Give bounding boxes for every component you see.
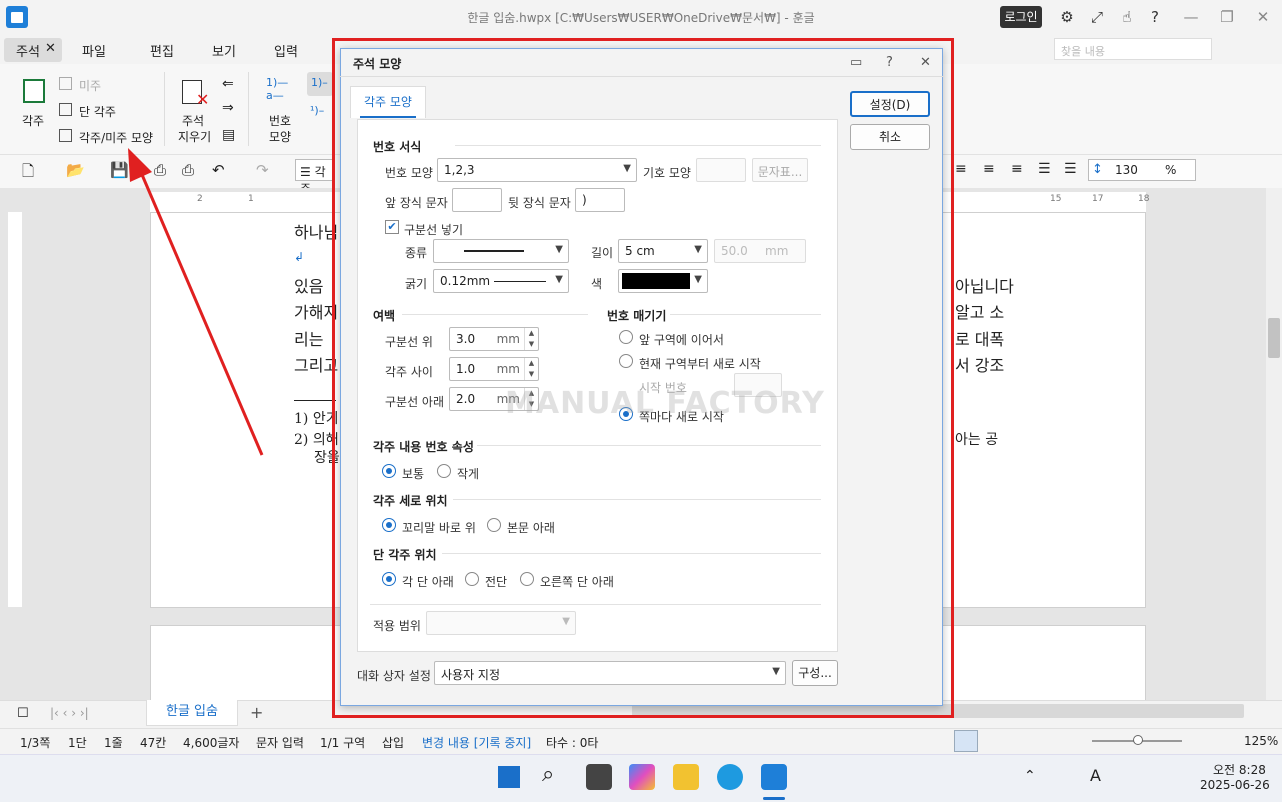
add-tab-icon[interactable]: + <box>250 703 263 722</box>
hangul-app-icon[interactable] <box>761 764 787 790</box>
task-view-icon[interactable] <box>586 764 612 790</box>
status-char: 47칸 <box>140 736 167 750</box>
status-zoom[interactable]: 125% <box>1244 734 1278 748</box>
status-typing: 타수 : 0타 <box>546 736 599 750</box>
status-page[interactable]: 1/3쪽 <box>20 734 50 751</box>
status-section: 1/1 구역 <box>320 736 366 750</box>
windows-start-icon[interactable] <box>498 766 520 788</box>
active-app-indicator <box>763 797 785 800</box>
tab-nav-icons[interactable]: |‹ ‹ › ›| <box>50 706 89 720</box>
status-column: 1단 <box>68 736 87 750</box>
clock-time[interactable]: 오전 8:28 <box>1213 761 1266 778</box>
edge-icon[interactable] <box>717 764 743 790</box>
tray-chevron-icon[interactable]: ⌃ <box>1024 768 1036 784</box>
zoom-slider-thumb[interactable] <box>1133 735 1143 745</box>
status-line: 1줄 <box>104 736 123 750</box>
view-page-icon[interactable] <box>954 730 978 752</box>
status-insert[interactable]: 삽입 <box>382 734 404 751</box>
status-mode[interactable]: 문자 입력 <box>256 734 304 751</box>
document-tab[interactable]: 한글 입숨 <box>146 700 238 726</box>
status-count: 4,600글자 <box>183 736 240 750</box>
file-explorer-icon[interactable] <box>673 764 699 790</box>
search-icon[interactable]: ⌕ <box>542 762 554 787</box>
ime-icon[interactable]: A <box>1090 766 1101 785</box>
status-track[interactable]: 변경 내용 [기록 중지] <box>422 734 531 751</box>
tab-list-icon[interactable]: ☐ <box>17 706 29 721</box>
copilot-icon[interactable] <box>629 764 655 790</box>
highlight-box <box>332 38 954 718</box>
clock-date[interactable]: 2025-06-26 <box>1200 778 1270 792</box>
